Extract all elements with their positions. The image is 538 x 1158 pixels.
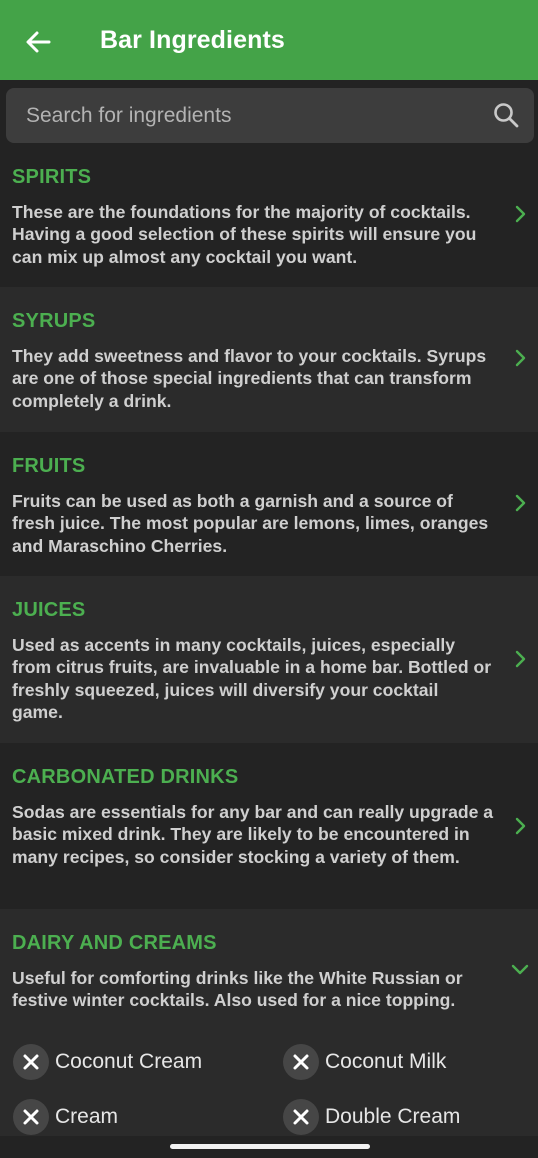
chip-label: Double Cream <box>325 1105 461 1128</box>
chip-label: Coconut Milk <box>325 1050 447 1073</box>
app-bar: Bar Ingredients <box>0 0 538 80</box>
home-indicator[interactable] <box>170 1144 370 1149</box>
category-juices[interactable]: JUICES Used as accents in many cocktails… <box>0 576 538 743</box>
category-title: SYRUPS <box>12 310 96 332</box>
category-title: FRUITS <box>12 455 86 477</box>
category-description: Sodas are essentials for any bar and can… <box>12 802 494 867</box>
search-input[interactable] <box>26 102 466 130</box>
chevron-right-icon <box>515 205 526 223</box>
page-title: Bar Ingredients <box>100 26 285 54</box>
category-fruits[interactable]: FRUITS Fruits can be used as both a garn… <box>0 432 538 576</box>
close-icon[interactable] <box>13 1099 49 1135</box>
category-description: These are the foundations for the majori… <box>12 202 477 267</box>
category-spirits[interactable]: SPIRITS These are the foundations for th… <box>0 143 538 287</box>
chevron-right-icon <box>515 494 526 512</box>
ingredient-chip[interactable]: Coconut Cream <box>13 1043 202 1081</box>
search-icon[interactable] <box>492 101 520 129</box>
category-description: They add sweetness and flavor to your co… <box>12 346 487 411</box>
category-syrups[interactable]: SYRUPS They add sweetness and flavor to … <box>0 287 538 432</box>
ingredient-chip[interactable]: Double Cream <box>283 1098 460 1136</box>
category-dairy-and-creams[interactable]: DAIRY AND CREAMS Useful for comforting d… <box>0 909 538 1136</box>
back-arrow-icon[interactable] <box>22 26 54 58</box>
category-title: DAIRY AND CREAMS <box>12 932 217 954</box>
category-title: CARBONATED DRINKS <box>12 766 239 788</box>
ingredient-chip[interactable]: Coconut Milk <box>283 1043 446 1081</box>
category-description: Used as accents in many cocktails, juice… <box>12 635 492 722</box>
chip-label: Cream <box>55 1105 119 1128</box>
search-bar <box>6 88 534 143</box>
category-description: Fruits can be used as both a garnish and… <box>12 491 489 556</box>
category-title: JUICES <box>12 599 86 621</box>
close-icon[interactable] <box>13 1044 49 1080</box>
category-description: Useful for comforting drinks like the Wh… <box>12 968 463 1011</box>
chevron-right-icon <box>515 817 526 835</box>
category-carbonated-drinks[interactable]: CARBONATED DRINKS Sodas are essentials f… <box>0 743 538 909</box>
category-title: SPIRITS <box>12 166 92 188</box>
chip-label: Coconut Cream <box>55 1050 203 1073</box>
chevron-right-icon <box>515 349 526 367</box>
chevron-right-icon <box>515 650 526 668</box>
close-icon[interactable] <box>283 1099 319 1135</box>
ingredient-chip[interactable]: Cream <box>13 1098 118 1136</box>
chevron-down-icon <box>511 964 529 975</box>
close-icon[interactable] <box>283 1044 319 1080</box>
